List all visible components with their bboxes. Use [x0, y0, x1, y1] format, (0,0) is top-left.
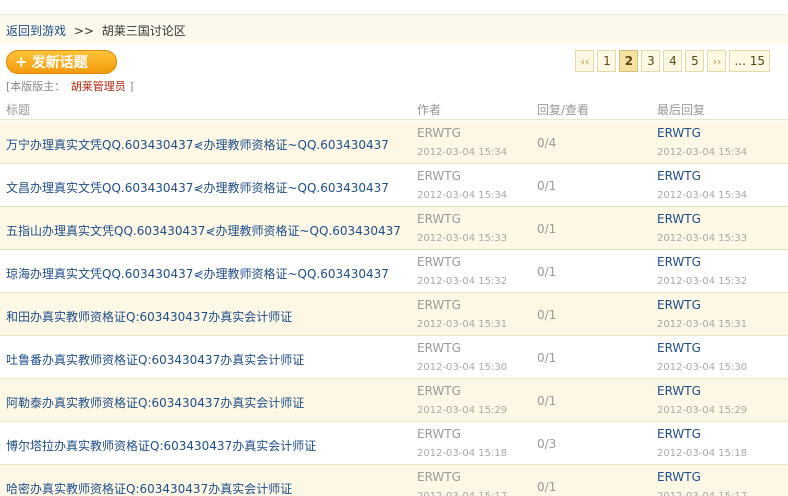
- last-reply-user-link[interactable]: ERWTG: [657, 470, 701, 484]
- topic-title-link[interactable]: 万宁办理真实文凭QQ.603430437⋞办理教师资格证~QQ.60343043…: [6, 136, 389, 153]
- table-row: 阿勒泰办真实教师资格证Q:603430437办真实会计师证 ERWTG 2012-0…: [0, 379, 788, 422]
- author-link[interactable]: ERWTG: [417, 427, 461, 441]
- post-date: 2012-03-04 15:34: [417, 147, 508, 158]
- last-reply-date: 2012-03-04 15:18: [657, 448, 748, 459]
- reply-view-count: 0/1: [537, 308, 557, 322]
- topic-title-link[interactable]: 哈密办真实教师资格证Q:603430437办真实会计师证: [6, 480, 292, 496]
- table-row: 五指山办理真实文凭QQ.603430437⋞办理教师资格证~QQ.6034304…: [0, 207, 788, 250]
- reply-view-count: 0/4: [537, 136, 557, 150]
- breadcrumb-separator: >>: [73, 24, 94, 38]
- plus-icon: +: [15, 53, 28, 71]
- table-row: 文昌办理真实文凭QQ.603430437⋞办理教师资格证~QQ.60343043…: [0, 164, 788, 207]
- author-link[interactable]: ERWTG: [417, 126, 461, 140]
- last-reply-user-link[interactable]: ERWTG: [657, 384, 701, 398]
- last-reply-user-link[interactable]: ERWTG: [657, 298, 701, 312]
- moderator-label: [本版版主：: [6, 80, 66, 93]
- new-topic-button[interactable]: + 发新话题: [6, 50, 117, 74]
- author-link[interactable]: ERWTG: [417, 255, 461, 269]
- author-link[interactable]: ERWTG: [417, 341, 461, 355]
- author-link[interactable]: ERWTG: [417, 169, 461, 183]
- last-page-button[interactable]: ... 15: [729, 50, 770, 72]
- breadcrumb: 返回到游戏 >> 胡莱三国讨论区: [6, 22, 186, 39]
- topic-title-link[interactable]: 和田办真实教师资格证Q:603430437办真实会计师证: [6, 308, 292, 325]
- last-reply-date: 2012-03-04 15:32: [657, 276, 748, 287]
- reply-view-count: 0/1: [537, 394, 557, 408]
- last-reply-user-link[interactable]: ERWTG: [657, 427, 701, 441]
- breadcrumb-bar: 返回到游戏 >> 胡莱三国讨论区: [0, 14, 788, 44]
- table-row: 琼海办理真实文凭QQ.603430437⋞办理教师资格证~QQ.60343043…: [0, 250, 788, 293]
- last-reply-user-link[interactable]: ERWTG: [657, 212, 701, 226]
- moderator-name-link[interactable]: 胡莱管理员: [71, 80, 126, 93]
- last-reply-date: 2012-03-04 15:33: [657, 233, 748, 244]
- header-stats: 回复/查看: [537, 103, 590, 117]
- table-row: 哈密办真实教师资格证Q:603430437办真实会计师证 ERWTG 2012-03…: [0, 465, 788, 496]
- table-header: 标题 作者 回复/查看 最后回复: [0, 96, 788, 120]
- author-link[interactable]: ERWTG: [417, 298, 461, 312]
- author-link[interactable]: ERWTG: [417, 470, 461, 484]
- page-4-button[interactable]: 4: [663, 50, 683, 72]
- author-link[interactable]: ERWTG: [417, 212, 461, 226]
- last-reply-user-link[interactable]: ERWTG: [657, 255, 701, 269]
- table-row: 吐鲁番办真实教师资格证Q:603430437办真实会计师证 ERWTG 2012-0…: [0, 336, 788, 379]
- page-3-button[interactable]: 3: [641, 50, 661, 72]
- table-row: 博尔塔拉办真实教师资格证Q:603430437办真实会计师证 ERWTG 2012-…: [0, 422, 788, 465]
- last-reply-user-link[interactable]: ERWTG: [657, 341, 701, 355]
- post-date: 2012-03-04 15:29: [417, 405, 508, 416]
- header-title: 标题: [6, 103, 31, 117]
- page-1-button[interactable]: 1: [597, 50, 617, 72]
- first-page-button[interactable]: ‹‹: [575, 50, 595, 72]
- moderator-close: ]: [129, 80, 134, 93]
- topic-title-link[interactable]: 琼海办理真实文凭QQ.603430437⋞办理教师资格证~QQ.60343043…: [6, 265, 389, 282]
- last-reply-date: 2012-03-04 15:17: [657, 491, 747, 496]
- breadcrumb-current: 胡莱三国讨论区: [101, 24, 186, 38]
- last-reply-date: 2012-03-04 15:30: [657, 362, 748, 373]
- header-author: 作者: [417, 103, 442, 117]
- pagination: ‹‹ 1 2 3 4 5 ›› ... 15: [575, 50, 770, 72]
- moderator-info: [本版版主： 胡莱管理员 ]: [6, 78, 134, 94]
- reply-view-count: 0/1: [537, 222, 557, 236]
- post-date: 2012-03-04 15:34: [417, 190, 508, 201]
- page-2-button[interactable]: 2: [619, 50, 639, 72]
- author-link[interactable]: ERWTG: [417, 384, 461, 398]
- topic-title-link[interactable]: 阿勒泰办真实教师资格证Q:603430437办真实会计师证: [6, 394, 304, 411]
- topic-title-link[interactable]: 博尔塔拉办真实教师资格证Q:603430437办真实会计师证: [6, 437, 316, 454]
- post-date: 2012-03-04 15:33: [417, 233, 508, 244]
- next-page-button[interactable]: ››: [707, 50, 727, 72]
- last-reply-date: 2012-03-04 15:29: [657, 405, 748, 416]
- table-row: 和田办真实教师资格证Q:603430437办真实会计师证 ERWTG 2012-03…: [0, 293, 788, 336]
- reply-view-count: 0/3: [537, 437, 557, 451]
- reply-view-count: 0/1: [537, 351, 557, 365]
- last-reply-date: 2012-03-04 15:31: [657, 319, 748, 330]
- topic-title-link[interactable]: 五指山办理真实文凭QQ.603430437⋞办理教师资格证~QQ.6034304…: [6, 222, 401, 239]
- new-topic-label: 发新话题: [31, 55, 88, 71]
- topic-title-link[interactable]: 吐鲁番办真实教师资格证Q:603430437办真实会计师证: [6, 351, 304, 368]
- header-last-reply: 最后回复: [657, 103, 706, 117]
- post-date: 2012-03-04 15:32: [417, 276, 508, 287]
- last-reply-user-link[interactable]: ERWTG: [657, 126, 701, 140]
- post-date: 2012-03-04 15:30: [417, 362, 508, 373]
- reply-view-count: 0/1: [537, 179, 557, 193]
- last-reply-user-link[interactable]: ERWTG: [657, 169, 701, 183]
- last-reply-date: 2012-03-04 15:34: [657, 147, 748, 158]
- reply-view-count: 0/1: [537, 480, 557, 494]
- post-date: 2012-03-04 15:17: [417, 491, 507, 496]
- post-date: 2012-03-04 15:18: [417, 448, 508, 459]
- topic-title-link[interactable]: 文昌办理真实文凭QQ.603430437⋞办理教师资格证~QQ.60343043…: [6, 179, 389, 196]
- last-reply-date: 2012-03-04 15:34: [657, 190, 748, 201]
- page-5-button[interactable]: 5: [685, 50, 705, 72]
- reply-view-count: 0/1: [537, 265, 557, 279]
- back-to-game-link[interactable]: 返回到游戏: [6, 24, 66, 38]
- post-date: 2012-03-04 15:31: [417, 319, 508, 330]
- table-row: 万宁办理真实文凭QQ.603430437⋞办理教师资格证~QQ.60343043…: [0, 121, 788, 164]
